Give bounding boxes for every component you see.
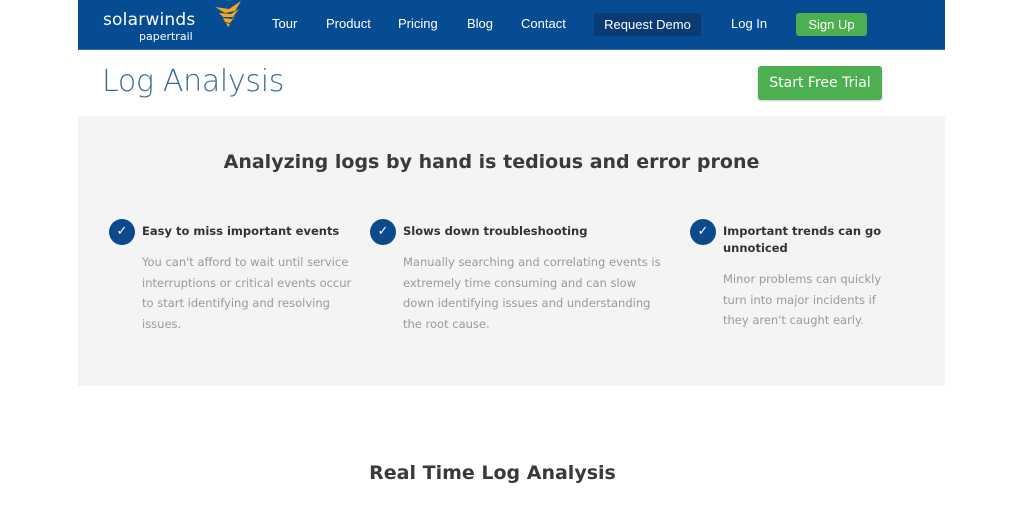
request-demo-button[interactable]: Request Demo <box>594 13 701 36</box>
feature-description: You can't afford to wait until service i… <box>142 255 352 331</box>
check-circle-icon: ✓ <box>109 219 135 245</box>
feature-description: Manually searching and correlating event… <box>403 255 661 331</box>
sign-up-button[interactable]: Sign Up <box>796 13 867 36</box>
nav-link-tour[interactable]: Tour <box>272 16 297 31</box>
logo-brand-text: solarwinds <box>103 10 196 30</box>
start-free-trial-button[interactable]: Start Free Trial <box>758 66 882 100</box>
feature-title: Easy to miss important events <box>142 224 340 238</box>
login-link[interactable]: Log In <box>731 16 767 31</box>
problems-heading: Analyzing logs by hand is tedious and er… <box>223 151 760 173</box>
nav-link-pricing[interactable]: Pricing <box>398 16 438 31</box>
feature-title: Slows down troubleshooting <box>403 224 588 238</box>
solarwinds-flame-icon <box>215 1 241 27</box>
nav-link-contact[interactable]: Contact <box>521 16 566 31</box>
problems-panel: Analyzing logs by hand is tedious and er… <box>78 116 945 386</box>
check-circle-icon: ✓ <box>690 219 716 245</box>
real-time-section-title: Real Time Log Analysis <box>369 462 616 484</box>
feature-title: Important trends can go unnoticed <box>723 224 882 255</box>
logo-product-text: papertrail <box>139 30 193 43</box>
nav-link-product[interactable]: Product <box>326 16 371 31</box>
check-circle-icon: ✓ <box>370 219 396 245</box>
nav-link-blog[interactable]: Blog <box>467 16 493 31</box>
feature-description: Minor problems can quickly turn into maj… <box>723 272 882 327</box>
top-navbar: solarwinds papertrail Tour Product Prici… <box>78 0 945 50</box>
page-title: Log Analysis <box>102 64 285 99</box>
solarwinds-papertrail-logo[interactable]: solarwinds papertrail <box>103 1 241 46</box>
